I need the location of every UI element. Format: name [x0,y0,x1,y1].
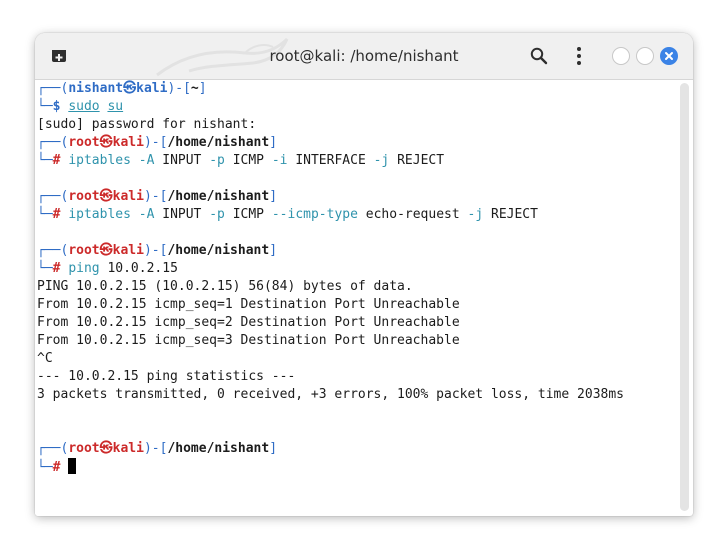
output-line: From 10.0.2.15 icmp_seq=2 Destination Po… [37,315,460,330]
close-icon [665,52,673,60]
kebab-menu-icon[interactable] [569,45,589,67]
terminal-output[interactable]: ┌──(nishant㉿kali)-[~] └─$ sudo su [sudo]… [35,80,679,516]
command-line: └─# iptables -A INPUT -p ICMP -i INTERFA… [37,153,445,168]
output-line: --- 10.0.2.15 ping statistics --- [37,369,296,384]
title-bar[interactable]: root@kali: /home/nishant [35,33,693,80]
text-cursor [68,458,77,474]
output-line: From 10.0.2.15 icmp_seq=1 Destination Po… [37,297,460,312]
command-line: └─# ping 10.0.2.15 [37,261,178,276]
output-line: From 10.0.2.15 icmp_seq=3 Destination Po… [37,333,460,348]
prompt-line: ┌──(root㉿kali)-[/home/nishant] [37,189,278,204]
window-title: root@kali: /home/nishant [269,47,459,65]
close-button[interactable] [660,47,678,65]
command-line: └─# iptables -A INPUT -p ICMP --icmp-typ… [37,207,538,222]
prompt-line: ┌──(root㉿kali)-[/home/nishant] [37,441,278,456]
output-line: 3 packets transmitted, 0 received, +3 er… [37,387,624,402]
minimize-button[interactable] [612,47,630,65]
scrollbar[interactable] [680,83,689,511]
maximize-button[interactable] [636,47,654,65]
prompt-line: ┌──(root㉿kali)-[/home/nishant] [37,243,278,258]
output-line: PING 10.0.2.15 (10.0.2.15) 56(84) bytes … [37,279,413,294]
prompt-line: ┌──(root㉿kali)-[/home/nishant] [37,135,278,150]
command-line: └─$ sudo su [37,99,124,114]
terminal-window: root@kali: /home/nishant ┌──(nishant㉿kal… [35,33,693,516]
output-line: ^C [37,351,53,366]
sudo-password-prompt: [sudo] password for nishant: [37,117,257,132]
command-line: └─# [37,458,77,476]
prompt-line: ┌──(nishant㉿kali)-[~] [37,81,207,96]
search-icon[interactable] [529,46,549,66]
